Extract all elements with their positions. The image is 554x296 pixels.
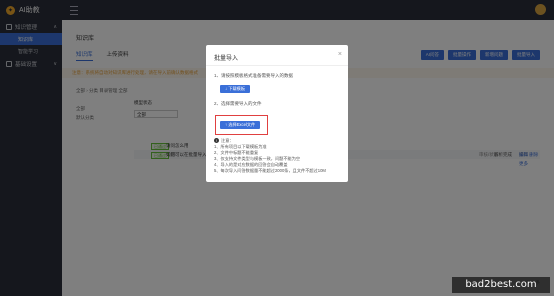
step-one-text: 1、请按照模板格式准备需要导入的数据 [214, 73, 294, 78]
close-icon[interactable]: × [338, 51, 342, 58]
note-item: 5、每次导入问答数据量不能超过2000条，且文件不超过10M [214, 168, 326, 173]
dialog-title: 批量导入 [214, 56, 239, 62]
watermark: bad2best.com [452, 277, 550, 293]
notes-list: ! 注意： 1、所有项目以下载模板为准 2、文件中标题不能重复 3、仅支持文件类型… [214, 138, 326, 174]
info-icon: ! [214, 138, 219, 143]
select-file-button[interactable]: ↑ 选择Excel文件 [220, 121, 261, 129]
step-two-text: 2、选择需要导入的文件 [214, 101, 262, 106]
dialog-divider [206, 65, 348, 66]
download-template-button[interactable]: ↓ 下载模板 [220, 85, 251, 93]
batch-import-dialog: 批量导入 × 1、请按照模板格式准备需要导入的数据 ↓ 下载模板 2、选择需要导… [206, 45, 348, 182]
notes-title: 注意： [221, 138, 234, 143]
